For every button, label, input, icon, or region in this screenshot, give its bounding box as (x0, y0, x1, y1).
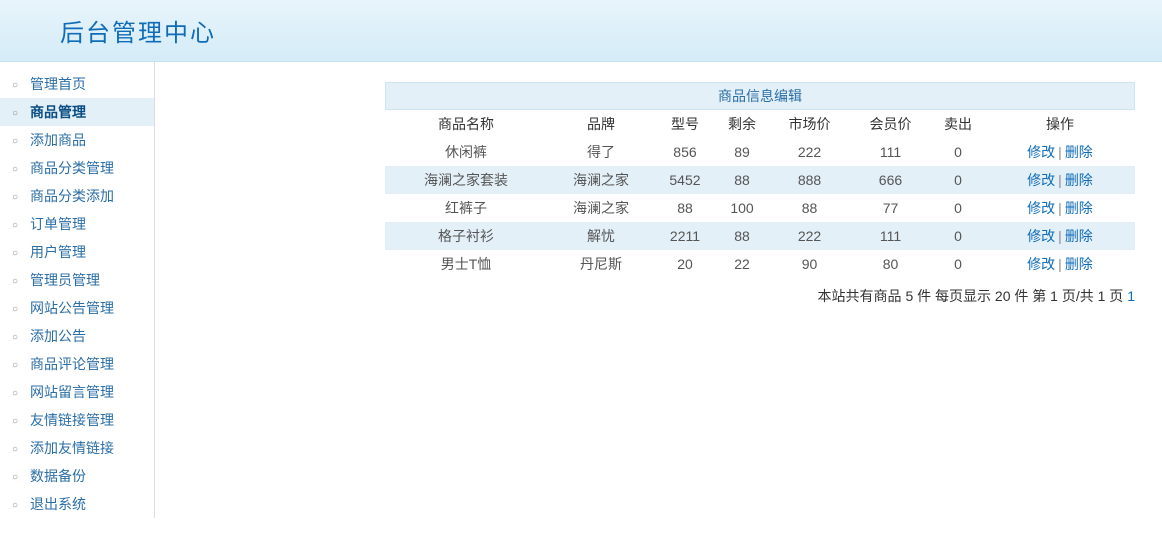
cell-member: 111 (850, 222, 931, 250)
op-separator: | (1058, 228, 1062, 244)
cell-member: 111 (850, 138, 931, 166)
cell-model: 856 (655, 138, 715, 166)
sidebar: 管理首页商品管理添加商品商品分类管理商品分类添加订单管理用户管理管理员管理网站公… (0, 62, 155, 518)
cell-stock: 88 (715, 222, 769, 250)
cell-member: 666 (850, 166, 931, 194)
table-header: 市场价 (769, 110, 850, 138)
cell-name: 格子衬衫 (385, 222, 547, 250)
sidebar-item[interactable]: 商品分类添加 (0, 182, 154, 210)
table-header: 会员价 (850, 110, 931, 138)
pager-text: 件 第 (1010, 288, 1050, 304)
cell-brand: 得了 (547, 138, 655, 166)
cell-sold: 0 (931, 250, 985, 278)
edit-link[interactable]: 修改 (1027, 256, 1055, 272)
sidebar-item[interactable]: 订单管理 (0, 210, 154, 238)
product-table: 商品名称品牌型号剩余市场价会员价卖出操作 休闲裤得了856892221110修改… (385, 110, 1135, 278)
cell-model: 2211 (655, 222, 715, 250)
cell-sold: 0 (931, 222, 985, 250)
table-header: 商品名称 (385, 110, 547, 138)
cell-name: 海澜之家套装 (385, 166, 547, 194)
op-separator: | (1058, 256, 1062, 272)
table-row: 海澜之家套装海澜之家5452888886660修改|删除 (385, 166, 1135, 194)
delete-link[interactable]: 删除 (1065, 228, 1093, 244)
cell-market: 88 (769, 194, 850, 222)
pager-text: 页 (1105, 288, 1127, 304)
cell-ops: 修改|删除 (985, 250, 1135, 278)
cell-brand: 海澜之家 (547, 166, 655, 194)
cell-market: 222 (769, 138, 850, 166)
header: 后台管理中心 (0, 0, 1162, 62)
pager: 本站共有商品 5 件 每页显示 20 件 第 1 页/共 1 页 1 (385, 286, 1135, 306)
cell-stock: 100 (715, 194, 769, 222)
edit-link[interactable]: 修改 (1027, 200, 1055, 216)
cell-ops: 修改|删除 (985, 222, 1135, 250)
pager-page-link[interactable]: 1 (1127, 288, 1135, 304)
pager-perpage: 20 (995, 288, 1011, 304)
pager-text: 件 每页显示 (913, 288, 995, 304)
cell-ops: 修改|删除 (985, 194, 1135, 222)
cell-brand: 海澜之家 (547, 194, 655, 222)
cell-stock: 88 (715, 166, 769, 194)
cell-ops: 修改|删除 (985, 166, 1135, 194)
table-title: 商品信息编辑 (385, 82, 1135, 110)
sidebar-item[interactable]: 管理员管理 (0, 266, 154, 294)
sidebar-item[interactable]: 商品分类管理 (0, 154, 154, 182)
table-row: 红裤子海澜之家8810088770修改|删除 (385, 194, 1135, 222)
pager-curpage: 1 (1050, 288, 1058, 304)
cell-name: 男士T恤 (385, 250, 547, 278)
pager-text: 本站共有商品 (818, 288, 906, 304)
sidebar-item[interactable]: 友情链接管理 (0, 406, 154, 434)
sidebar-item[interactable]: 网站公告管理 (0, 294, 154, 322)
cell-model: 20 (655, 250, 715, 278)
sidebar-item[interactable]: 添加商品 (0, 126, 154, 154)
table-header: 剩余 (715, 110, 769, 138)
edit-link[interactable]: 修改 (1027, 172, 1055, 188)
cell-market: 222 (769, 222, 850, 250)
delete-link[interactable]: 删除 (1065, 172, 1093, 188)
sidebar-item[interactable]: 数据备份 (0, 462, 154, 490)
sidebar-item[interactable]: 网站留言管理 (0, 378, 154, 406)
table-row: 格子衬衫解忧2211882221110修改|删除 (385, 222, 1135, 250)
cell-model: 88 (655, 194, 715, 222)
main-content: 商品信息编辑 商品名称品牌型号剩余市场价会员价卖出操作 休闲裤得了8568922… (155, 62, 1162, 518)
cell-member: 77 (850, 194, 931, 222)
sidebar-item[interactable]: 用户管理 (0, 238, 154, 266)
cell-ops: 修改|删除 (985, 138, 1135, 166)
pager-text: 页/共 (1058, 288, 1098, 304)
sidebar-item[interactable]: 管理首页 (0, 70, 154, 98)
op-separator: | (1058, 200, 1062, 216)
delete-link[interactable]: 删除 (1065, 256, 1093, 272)
table-row: 男士T恤丹尼斯202290800修改|删除 (385, 250, 1135, 278)
delete-link[interactable]: 删除 (1065, 144, 1093, 160)
table-header: 卖出 (931, 110, 985, 138)
sidebar-item[interactable]: 添加公告 (0, 322, 154, 350)
cell-name: 红裤子 (385, 194, 547, 222)
cell-market: 888 (769, 166, 850, 194)
edit-link[interactable]: 修改 (1027, 144, 1055, 160)
op-separator: | (1058, 144, 1062, 160)
cell-stock: 89 (715, 138, 769, 166)
table-header: 型号 (655, 110, 715, 138)
sidebar-item[interactable]: 添加友情链接 (0, 434, 154, 462)
table-row: 休闲裤得了856892221110修改|删除 (385, 138, 1135, 166)
cell-model: 5452 (655, 166, 715, 194)
cell-stock: 22 (715, 250, 769, 278)
cell-brand: 解忧 (547, 222, 655, 250)
sidebar-item[interactable]: 退出系统 (0, 490, 154, 518)
delete-link[interactable]: 删除 (1065, 200, 1093, 216)
sidebar-item[interactable]: 商品管理 (0, 98, 154, 126)
cell-brand: 丹尼斯 (547, 250, 655, 278)
edit-link[interactable]: 修改 (1027, 228, 1055, 244)
op-separator: | (1058, 172, 1062, 188)
cell-sold: 0 (931, 138, 985, 166)
page-title: 后台管理中心 (60, 13, 216, 48)
sidebar-item[interactable]: 商品评论管理 (0, 350, 154, 378)
cell-member: 80 (850, 250, 931, 278)
cell-market: 90 (769, 250, 850, 278)
cell-sold: 0 (931, 166, 985, 194)
table-header: 操作 (985, 110, 1135, 138)
table-header: 品牌 (547, 110, 655, 138)
cell-sold: 0 (931, 194, 985, 222)
cell-name: 休闲裤 (385, 138, 547, 166)
